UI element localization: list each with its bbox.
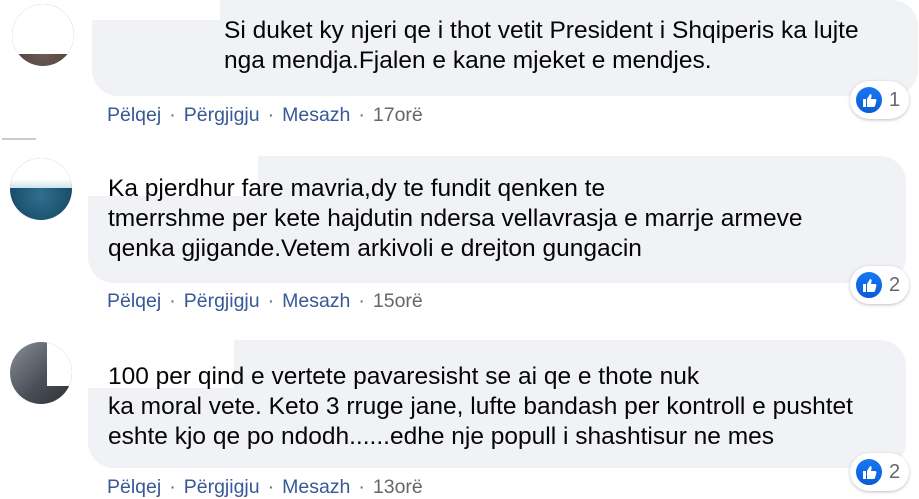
like-link[interactable]: Pëlqej	[107, 476, 161, 499]
message-link[interactable]: Mesazh	[282, 104, 350, 127]
reaction-summary[interactable]: 2	[850, 266, 910, 304]
like-link[interactable]: Pëlqej	[107, 290, 161, 313]
timestamp[interactable]: 15orë	[373, 290, 423, 313]
like-thumb-icon	[854, 85, 884, 115]
reaction-count: 1	[889, 88, 901, 111]
separator: ·	[267, 476, 275, 498]
separator: ·	[358, 290, 365, 312]
comment-actions: Pëlqej · Përgjigju · Mesazh · 15orë	[107, 290, 423, 313]
avatar[interactable]	[10, 158, 72, 220]
comment-actions: Pëlqej · Përgjigju · Mesazh · 13orë	[107, 476, 423, 499]
avatar[interactable]	[10, 342, 72, 404]
reply-link[interactable]: Përgjigju	[184, 476, 260, 499]
comment-text: Si duket ky njeri qe i thot vetit Presid…	[224, 17, 859, 74]
reply-link[interactable]: Përgjigju	[184, 290, 260, 313]
separator: ·	[358, 104, 365, 126]
comment-actions: Pëlqej · Përgjigju · Mesazh · 17orë	[107, 104, 423, 127]
comment-text: Ka pjerdhur fare mavria,dy te fundit qen…	[108, 175, 803, 262]
like-thumb-icon	[854, 457, 884, 487]
reaction-count: 2	[889, 273, 901, 296]
separator: ·	[169, 104, 176, 126]
separator: ·	[267, 104, 275, 126]
reply-link[interactable]: Përgjigju	[184, 104, 260, 127]
thread-line	[2, 138, 36, 140]
timestamp[interactable]: 13orë	[373, 476, 423, 499]
separator: ·	[358, 476, 365, 498]
separator: ·	[169, 476, 176, 498]
avatar[interactable]	[12, 4, 74, 66]
like-link[interactable]: Pëlqej	[107, 104, 161, 127]
like-thumb-icon	[854, 270, 884, 300]
timestamp[interactable]: 17orë	[373, 104, 423, 127]
separator: ·	[169, 290, 176, 312]
reaction-count: 2	[889, 460, 901, 483]
message-link[interactable]: Mesazh	[282, 290, 350, 313]
redacted-author-name	[92, 0, 220, 20]
separator: ·	[267, 290, 275, 312]
message-link[interactable]: Mesazh	[282, 476, 350, 499]
reaction-summary[interactable]: 1	[850, 81, 910, 119]
reaction-summary[interactable]: 2	[850, 453, 910, 491]
comment-text: 100 per qind e vertete pavaresisht se ai…	[108, 363, 853, 450]
